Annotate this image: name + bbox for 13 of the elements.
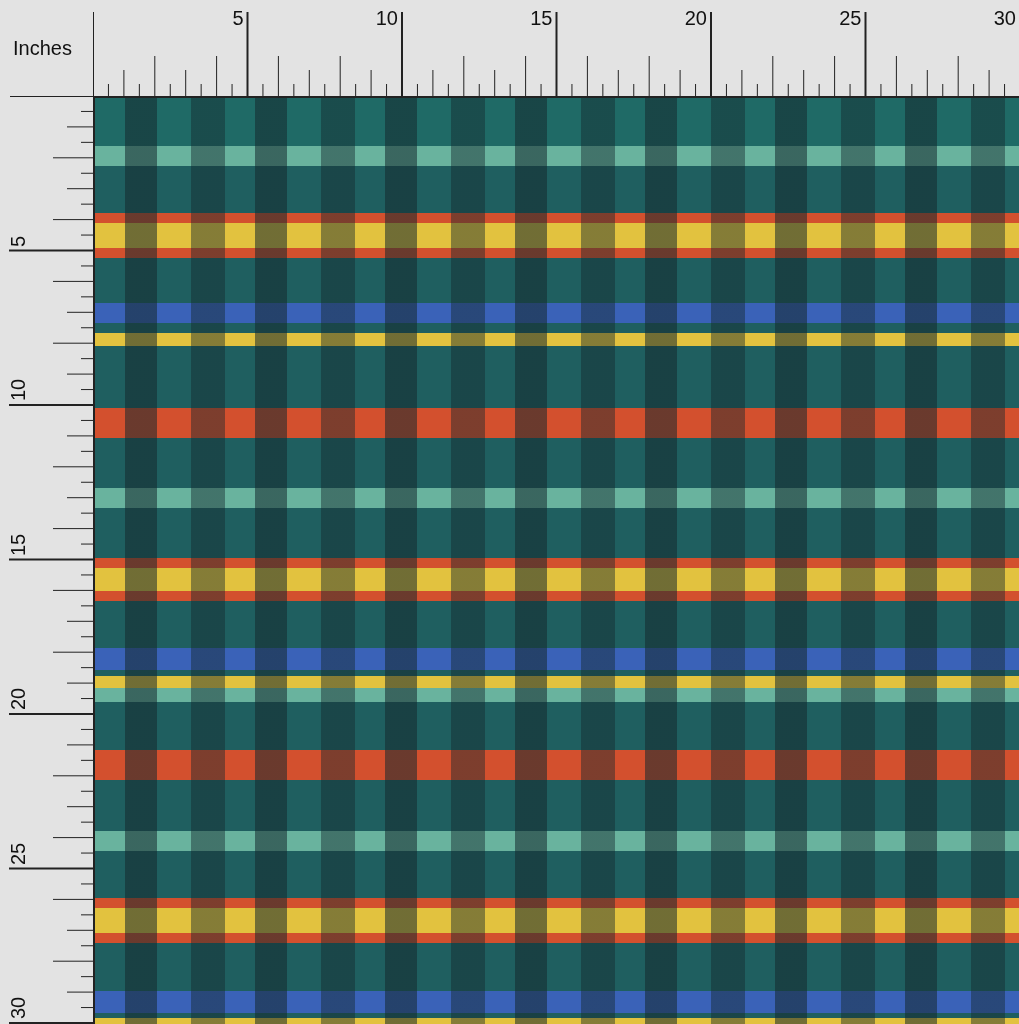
- units-label: Inches: [13, 36, 72, 60]
- ruler-label: 10: [375, 8, 398, 28]
- ruler-label: 5: [232, 8, 244, 28]
- ruler-label: 5: [8, 235, 28, 247]
- ruler-label: 15: [8, 533, 28, 556]
- ruler-label: 25: [839, 8, 862, 28]
- ruler-label: 20: [8, 687, 28, 710]
- ruler-label: 30: [8, 996, 28, 1019]
- ruler-label: 30: [993, 8, 1016, 28]
- ruler-label: 15: [530, 8, 553, 28]
- ruler-label: 10: [8, 378, 28, 401]
- ruler-label: 20: [684, 8, 707, 28]
- ruler-label: 25: [8, 842, 28, 865]
